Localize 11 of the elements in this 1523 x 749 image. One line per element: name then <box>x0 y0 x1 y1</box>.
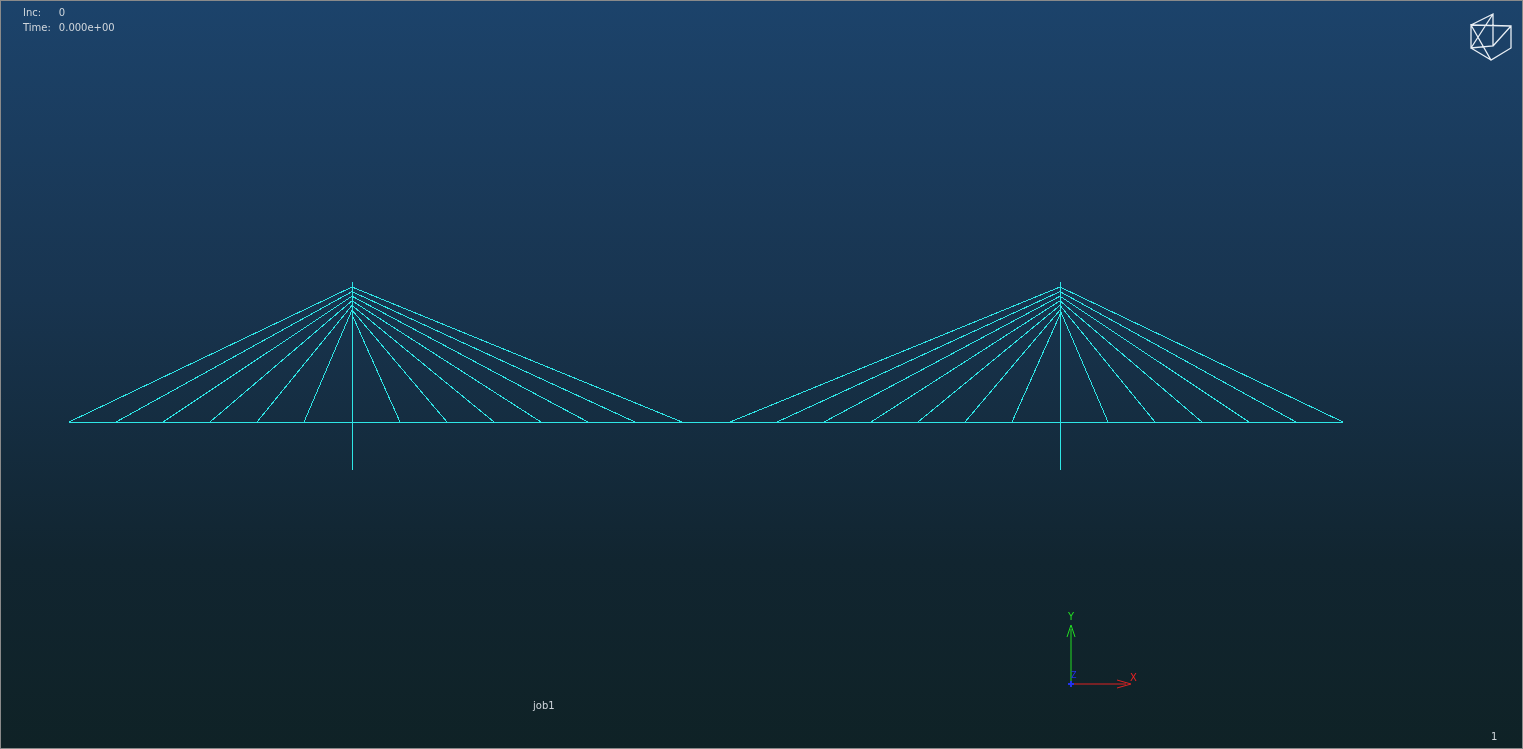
axis-label: Z <box>1071 671 1077 680</box>
info-value: 0.000e+00 <box>58 22 115 33</box>
job-name: job1 <box>533 700 555 711</box>
info-value: 0 <box>58 7 67 18</box>
axis-label: X <box>1130 672 1137 683</box>
page-number: 1 <box>1491 731 1498 742</box>
info-label: Inc: <box>23 7 43 18</box>
cube-icon[interactable] <box>1470 12 1512 61</box>
axis-label: Y <box>1068 611 1075 622</box>
info-label: Time: <box>23 22 51 33</box>
axis-triad-drawing <box>1066 624 1132 689</box>
